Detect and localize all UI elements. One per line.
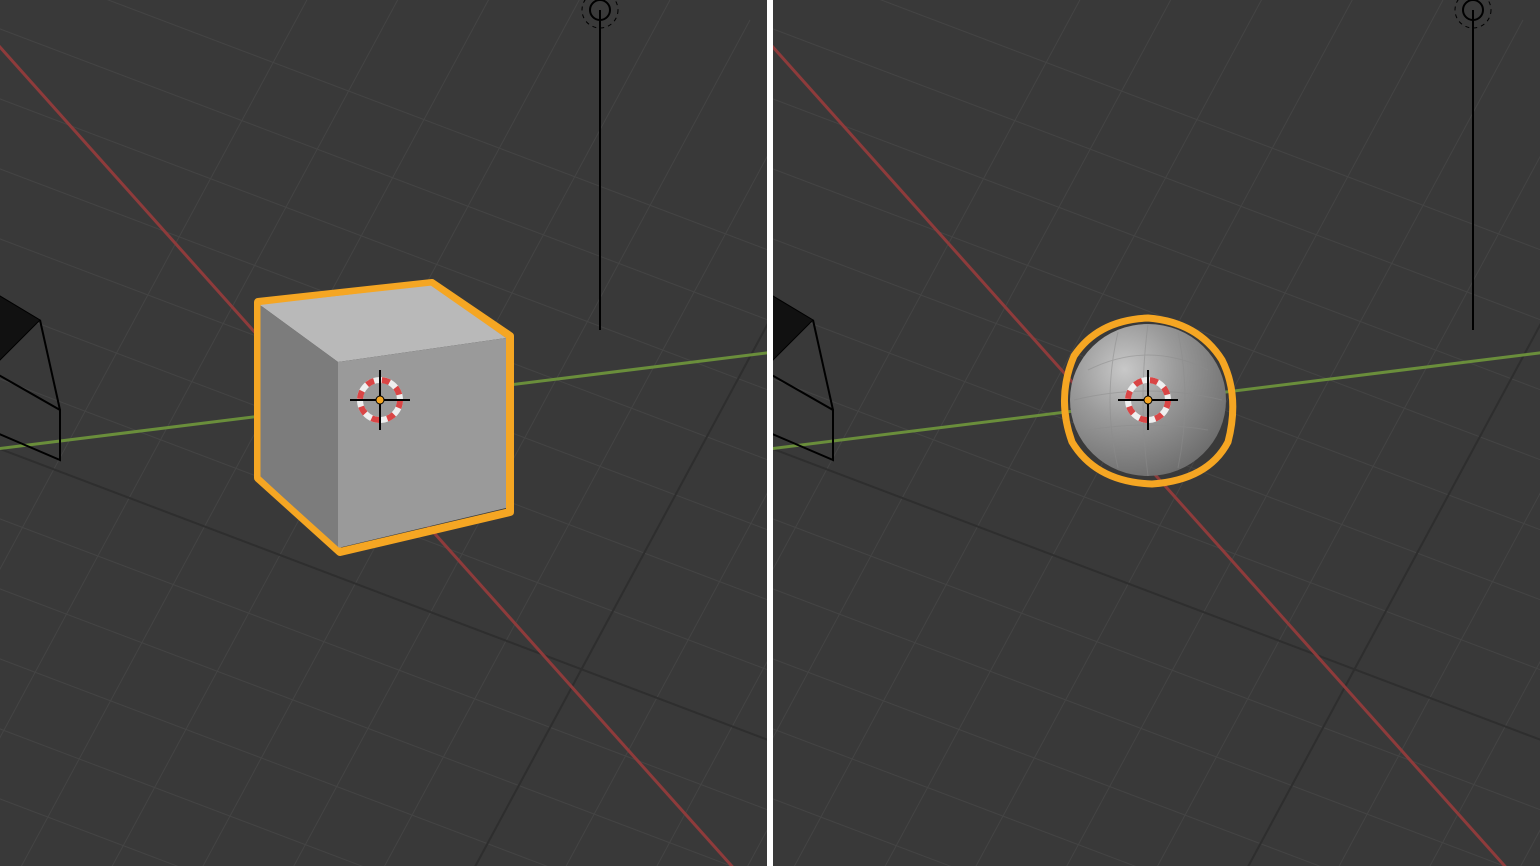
viewport-right-svg — [773, 0, 1540, 866]
split-container — [0, 0, 1540, 866]
lamp-widget[interactable] — [1455, 0, 1491, 330]
viewport-left[interactable] — [0, 0, 767, 866]
camera-widget[interactable] — [773, 290, 833, 460]
viewport-left-svg — [0, 0, 767, 866]
lamp-widget[interactable] — [582, 0, 618, 330]
camera-widget[interactable] — [0, 290, 60, 460]
viewport-right[interactable] — [773, 0, 1540, 866]
